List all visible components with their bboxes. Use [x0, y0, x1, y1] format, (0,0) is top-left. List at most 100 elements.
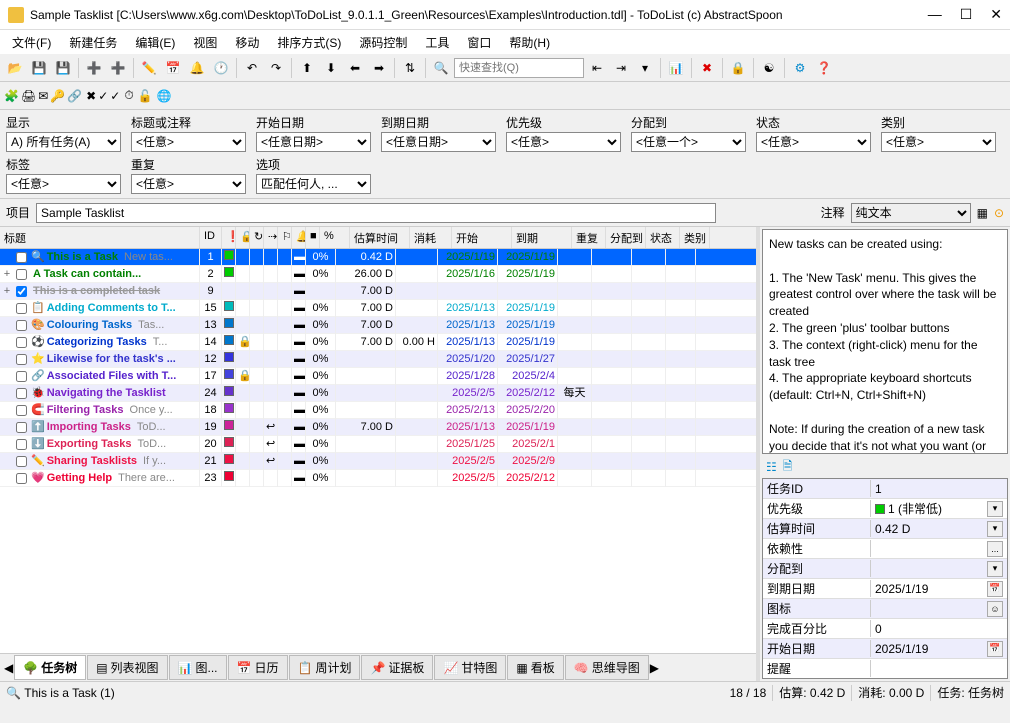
timer-icon[interactable]: ⏱: [124, 88, 133, 103]
open-icon[interactable]: 📂: [4, 57, 26, 79]
col-start[interactable]: 开始: [452, 227, 512, 248]
attr-row[interactable]: 开始日期 2025/1/19 📅: [763, 639, 1007, 659]
attr-row[interactable]: 到期日期 2025/1/19 📅: [763, 579, 1007, 599]
attr-value[interactable]: 0: [871, 622, 1007, 636]
col-alloc[interactable]: 分配到: [606, 227, 646, 248]
attr-button[interactable]: ☺: [987, 601, 1003, 617]
spell2-icon[interactable]: ✓: [110, 89, 120, 103]
close-file-icon[interactable]: ✖: [86, 89, 96, 103]
filter-select-show[interactable]: A) 所有任务(A): [6, 132, 121, 152]
new-task-icon[interactable]: ➕: [83, 57, 105, 79]
task-row[interactable]: 📋 Adding Comments to T... 15 ▬ 0% 7.00 D…: [0, 300, 756, 317]
col-bell-icon[interactable]: 🔔: [292, 227, 306, 248]
menu-item[interactable]: 排序方式(S): [269, 31, 349, 54]
filter-select-start[interactable]: <任意日期>: [256, 132, 371, 152]
attr-row[interactable]: 优先级 1 (非常低) ▾: [763, 499, 1007, 519]
attr-button[interactable]: 📅: [987, 581, 1003, 597]
task-row[interactable]: ⭐ Likewise for the task's ... 12 ▬ 0% 20…: [0, 351, 756, 368]
yinyang-icon[interactable]: ☯: [758, 57, 780, 79]
menu-item[interactable]: 工具: [417, 31, 457, 54]
attr-grid[interactable]: 任务ID 1 优先级 1 (非常低) ▾ 估算时间 0.42 D ▾ 依赖性 .…: [762, 478, 1008, 679]
tree-expander[interactable]: +: [2, 283, 12, 300]
globe-icon[interactable]: 🌐: [157, 89, 172, 103]
task-row[interactable]: 🐞 Navigating the Tasklist 24 ▬ 0% 2025/2…: [0, 385, 756, 402]
moveup-icon[interactable]: ⬆: [296, 57, 318, 79]
filter-select-prio[interactable]: <任意>: [506, 132, 621, 152]
nav-right-icon[interactable]: ⇥: [610, 57, 632, 79]
filter-select-title[interactable]: <任意>: [131, 132, 246, 152]
task-checkbox[interactable]: [16, 269, 27, 280]
task-checkbox[interactable]: [16, 354, 27, 365]
attr-view1-icon[interactable]: ☷: [766, 460, 777, 474]
link-icon[interactable]: 🔗: [67, 89, 82, 103]
maximize-button[interactable]: ☐: [960, 6, 973, 23]
attr-row[interactable]: 图标 ☺: [763, 599, 1007, 619]
task-checkbox[interactable]: [16, 422, 27, 433]
menu-item[interactable]: 帮助(H): [501, 31, 558, 54]
col-pct[interactable]: %: [320, 227, 350, 248]
task-row[interactable]: 🔗 Associated Files with T... 17 🔒 ▬ 0% 2…: [0, 368, 756, 385]
nav-left-icon[interactable]: ⇤: [586, 57, 608, 79]
view-tab[interactable]: 📊图...: [169, 655, 227, 680]
project-input[interactable]: [36, 203, 716, 223]
filter-icon[interactable]: 📊: [665, 57, 687, 79]
delete-icon[interactable]: ✖: [696, 57, 718, 79]
save-all-icon[interactable]: 💾: [52, 57, 74, 79]
view-tab[interactable]: ▤列表视图: [87, 655, 167, 680]
task-grid[interactable]: 标题 ID ❗ 🔒 ↻ ⇢ ⚐ 🔔 ■ % 估算时间 消耗 开始 到期 重复 分…: [0, 227, 756, 653]
menu-item[interactable]: 源码控制: [351, 31, 415, 54]
task-checkbox[interactable]: [16, 388, 27, 399]
minimize-button[interactable]: —: [928, 6, 942, 23]
task-row[interactable]: ⬇️ Exporting Tasks ToD... 20 ↩ ▬ 0% 2025…: [0, 436, 756, 453]
attr-row[interactable]: 依赖性 ...: [763, 539, 1007, 559]
close-button[interactable]: ✕: [990, 6, 1002, 23]
task-row[interactable]: 🔍 This is a Task New tas... 1 ▬ 0% 0.42 …: [0, 249, 756, 266]
task-row[interactable]: 💗 Getting Help There are... 23 ▬ 0% 2025…: [0, 470, 756, 487]
attr-button[interactable]: ▾: [987, 501, 1003, 517]
menu-item[interactable]: 视图: [185, 31, 225, 54]
task-checkbox[interactable]: [16, 456, 27, 467]
task-row[interactable]: ⬆️ Importing Tasks ToD... 19 ↩ ▬ 0% 7.00…: [0, 419, 756, 436]
filter-select-due[interactable]: <任意日期>: [381, 132, 496, 152]
view-tab[interactable]: ▦看板: [507, 655, 563, 680]
menu-item[interactable]: 移动: [227, 31, 267, 54]
sb-search-icon[interactable]: 🔍: [6, 686, 21, 700]
attr-button[interactable]: ...: [987, 541, 1003, 557]
view-tab[interactable]: 🌳任务树: [14, 655, 86, 680]
settings-icon[interactable]: ⚙: [789, 57, 811, 79]
task-checkbox[interactable]: [16, 320, 27, 331]
attr-value[interactable]: ▾: [871, 561, 1007, 577]
menu-item[interactable]: 窗口: [459, 31, 499, 54]
filter-select-alloc[interactable]: <任意一个>: [631, 132, 746, 152]
attr-value[interactable]: ...: [871, 541, 1007, 557]
col-title[interactable]: 标题: [0, 227, 200, 248]
col-depend-icon[interactable]: ⇢: [264, 227, 278, 248]
find-icon[interactable]: 🔍: [430, 57, 452, 79]
save-icon[interactable]: 💾: [28, 57, 50, 79]
col-recur[interactable]: 重复: [572, 227, 606, 248]
view-tab[interactable]: 🧠思维导图: [565, 655, 649, 680]
col-track-icon[interactable]: ■: [306, 227, 320, 248]
attr-row[interactable]: 分配到 ▾: [763, 559, 1007, 579]
task-row[interactable]: ✏️ Sharing Tasklists If y... 21 ↩ ▬ 0% 2…: [0, 453, 756, 470]
view-tab[interactable]: 📅日历: [228, 655, 288, 680]
col-cat[interactable]: 类别: [680, 227, 710, 248]
attr-row[interactable]: 完成百分比 0: [763, 619, 1007, 639]
reminder-icon[interactable]: 🔔: [186, 57, 208, 79]
dropdown-icon[interactable]: ▾: [634, 57, 656, 79]
task-checkbox[interactable]: [16, 371, 27, 382]
attr-value[interactable]: ☺: [871, 601, 1007, 617]
attr-value[interactable]: 1 (非常低) ▾: [871, 500, 1007, 517]
menu-item[interactable]: 编辑(E): [127, 31, 183, 54]
attr-value[interactable]: 2025/1/19 📅: [871, 641, 1007, 657]
task-checkbox[interactable]: [16, 405, 27, 416]
comments-btn1-icon[interactable]: ▦: [977, 206, 988, 220]
attr-row[interactable]: 任务ID 1: [763, 479, 1007, 499]
menu-item[interactable]: 文件(F): [4, 31, 59, 54]
col-recur-icon[interactable]: ↻: [250, 227, 264, 248]
movedown-icon[interactable]: ⬇: [320, 57, 342, 79]
undo-icon[interactable]: ↶: [241, 57, 263, 79]
tree-expander[interactable]: +: [2, 266, 12, 283]
attr-value[interactable]: 1: [871, 482, 1007, 496]
attr-value[interactable]: 2025/1/19 📅: [871, 581, 1007, 597]
